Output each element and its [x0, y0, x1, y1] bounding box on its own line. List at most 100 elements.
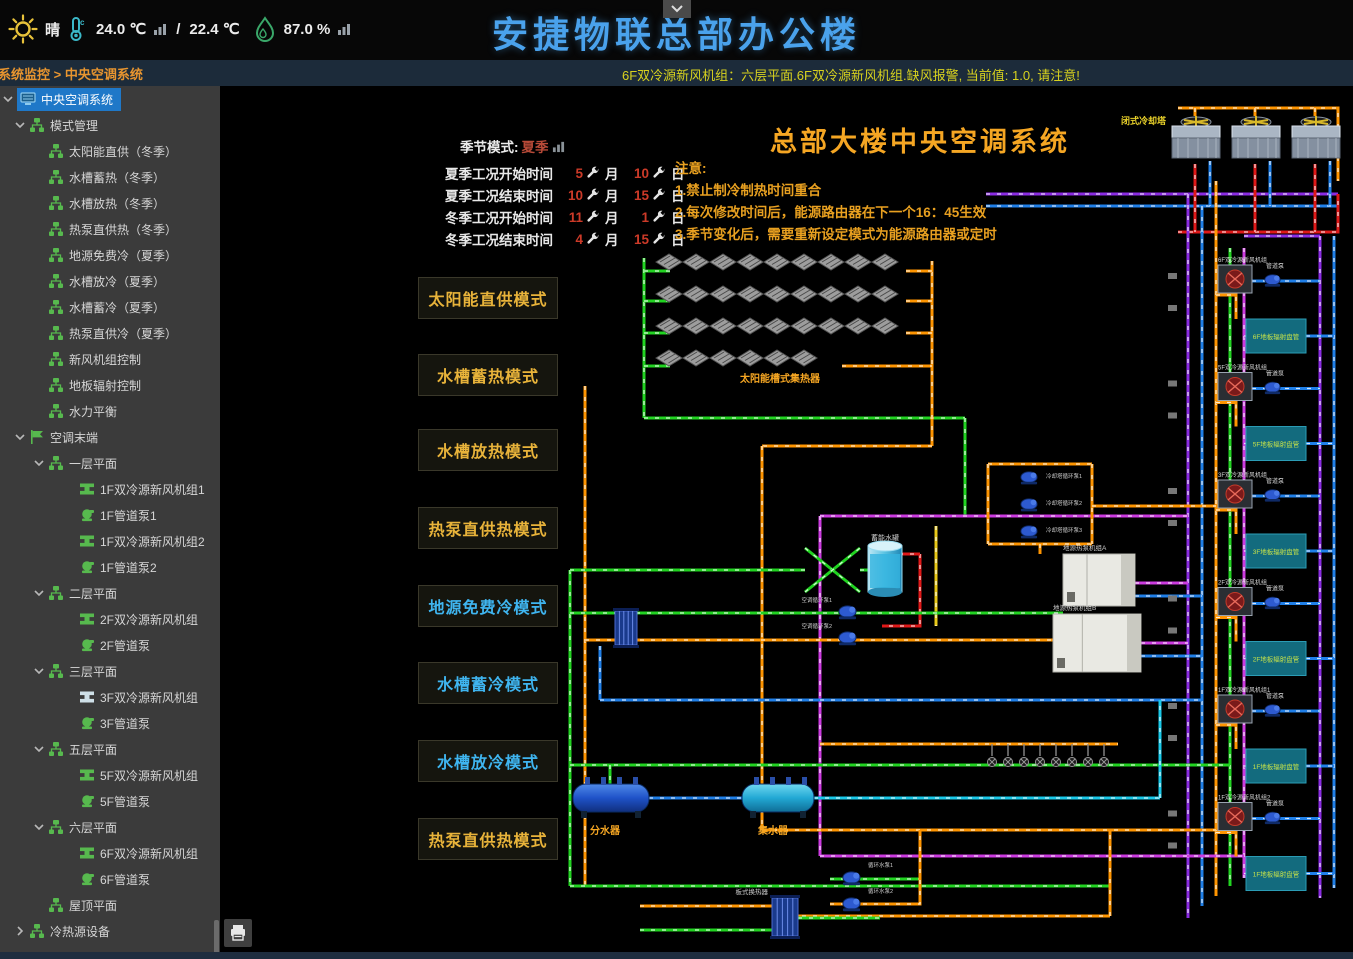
valve[interactable] — [1168, 273, 1177, 279]
pump[interactable] — [1265, 490, 1280, 502]
floor-ahu[interactable] — [1218, 265, 1252, 293]
valve[interactable] — [1168, 413, 1177, 419]
tree-item[interactable]: 中央空调系统 — [0, 86, 220, 112]
tree-item[interactable]: 二层平面 — [0, 580, 220, 606]
tree-item[interactable]: 冷热源设备 — [0, 918, 220, 944]
tree-item[interactable]: 水力平衡 — [0, 398, 220, 424]
tree-item-label: 地源免费冷（夏季） — [69, 247, 177, 264]
pump[interactable] — [839, 606, 856, 619]
tree-item[interactable]: 一层平面 — [0, 450, 220, 476]
pump[interactable] — [1021, 526, 1037, 539]
season-mode: 季节模式: 夏季 — [460, 136, 565, 156]
tree-item[interactable]: 5F管道泵 — [0, 788, 220, 814]
pump[interactable] — [1265, 812, 1280, 824]
valve[interactable] — [1168, 811, 1177, 817]
mode-button[interactable]: 水槽蓄冷模式 — [418, 662, 558, 704]
heat-pump-unit[interactable] — [1053, 614, 1141, 672]
print-button[interactable] — [224, 919, 252, 947]
floor-ahu[interactable] — [1218, 373, 1252, 401]
heat-pump-unit[interactable] — [1063, 554, 1135, 606]
valve[interactable] — [1168, 381, 1177, 387]
tree-item[interactable]: 1F管道泵1 — [0, 502, 220, 528]
wrench-icon[interactable] — [652, 210, 666, 224]
pump[interactable] — [1265, 705, 1280, 717]
tree-item[interactable]: 2F管道泵 — [0, 632, 220, 658]
mode-button[interactable]: 水槽放冷模式 — [418, 740, 558, 782]
pump[interactable] — [1265, 382, 1280, 394]
pump[interactable] — [1265, 275, 1280, 287]
tree-item[interactable]: 6F管道泵 — [0, 866, 220, 892]
cooling-tower[interactable] — [1232, 116, 1280, 158]
collapse-header-button[interactable] — [663, 0, 691, 18]
tree-item[interactable]: 太阳能直供（冬季） — [0, 138, 220, 164]
tree-item[interactable]: 5F双冷源新风机组 — [0, 762, 220, 788]
tree-item[interactable]: 三层平面 — [0, 658, 220, 684]
water-header[interactable] — [742, 777, 814, 818]
tree-item[interactable]: 五层平面 — [0, 736, 220, 762]
wrench-icon[interactable] — [586, 188, 600, 202]
breadcrumb[interactable]: 系统监控 > 中央空调系统 — [0, 64, 143, 83]
tree-item[interactable]: 水槽蓄热（冬季） — [0, 164, 220, 190]
wrench-icon[interactable] — [586, 166, 600, 180]
mode-button[interactable]: 热泵直供热模式 — [418, 507, 558, 549]
floor-ahu[interactable] — [1218, 480, 1252, 508]
sidebar-scrollbar[interactable] — [214, 920, 219, 952]
mode-button[interactable]: 水槽放热模式 — [418, 429, 558, 471]
tree-item[interactable]: 6F双冷源新风机组 — [0, 840, 220, 866]
valve[interactable] — [1168, 628, 1177, 634]
floor-ahu[interactable] — [1218, 588, 1252, 616]
tree-item[interactable]: 1F双冷源新风机组2 — [0, 528, 220, 554]
plate-heat-exchanger[interactable] — [613, 608, 639, 648]
tree-item[interactable]: 地板辐射控制 — [0, 372, 220, 398]
tree-item[interactable]: 热泵直供冷（夏季） — [0, 320, 220, 346]
tree-item[interactable]: 六层平面 — [0, 814, 220, 840]
wrench-icon[interactable] — [586, 210, 600, 224]
mode-button[interactable]: 热泵直供热模式 — [418, 818, 558, 860]
tree-item[interactable]: 屋顶平面 — [0, 892, 220, 918]
tree-item[interactable]: 1F管道泵2 — [0, 554, 220, 580]
pump[interactable] — [1265, 597, 1280, 609]
pump[interactable] — [1021, 499, 1037, 512]
mode-button[interactable]: 太阳能直供模式 — [418, 277, 558, 319]
tree-item[interactable]: 地源免费冷（夏季） — [0, 242, 220, 268]
plate-heat-exchanger[interactable] — [770, 895, 800, 939]
tree-item[interactable]: 2F双冷源新风机组 — [0, 606, 220, 632]
pump[interactable] — [843, 898, 860, 911]
pump[interactable] — [843, 872, 860, 885]
alarm-message[interactable]: 6F双冷源新风机组：六层平面.6F双冷源新风机组.缺风报警, 当前值: 1.0,… — [622, 65, 1080, 84]
mode-button[interactable]: 水槽蓄热模式 — [418, 354, 558, 396]
diagram-label: 3F地板辐射盘管 — [1253, 547, 1300, 556]
tree-item[interactable]: 模式管理 — [0, 112, 220, 138]
tree-item[interactable]: 水槽放热（冬季） — [0, 190, 220, 216]
mode-button[interactable]: 地源免费冷模式 — [418, 585, 558, 627]
tree-item[interactable]: 新风机组控制 — [0, 346, 220, 372]
cooling-tower[interactable] — [1172, 116, 1220, 158]
valve[interactable] — [1168, 735, 1177, 741]
valve[interactable] — [1168, 488, 1177, 494]
valve[interactable] — [1168, 703, 1177, 709]
wrench-icon[interactable] — [652, 232, 666, 246]
cooling-tower[interactable] — [1292, 116, 1340, 158]
tree-item[interactable]: 空调末端 — [0, 424, 220, 450]
valve[interactable] — [1168, 843, 1177, 849]
wrench-icon[interactable] — [586, 232, 600, 246]
tree-item[interactable]: 水槽放冷（夏季） — [0, 268, 220, 294]
pump[interactable] — [839, 632, 856, 645]
day-value: 15 — [627, 188, 649, 203]
floor-ahu[interactable] — [1218, 695, 1252, 723]
weather-condition: 晴 — [45, 19, 60, 40]
tree-item[interactable]: 3F管道泵 — [0, 710, 220, 736]
valve[interactable] — [1168, 520, 1177, 526]
wrench-icon[interactable] — [652, 188, 666, 202]
printer-icon — [229, 924, 247, 942]
floor-ahu[interactable] — [1218, 803, 1252, 831]
storage-tank[interactable] — [868, 541, 902, 597]
tree-item[interactable]: 热泵直供热（冬季） — [0, 216, 220, 242]
valve[interactable] — [1168, 305, 1177, 311]
valve[interactable] — [1168, 596, 1177, 602]
wrench-icon[interactable] — [652, 166, 666, 180]
tree-item[interactable]: 3F双冷源新风机组 — [0, 684, 220, 710]
pump[interactable] — [1021, 472, 1037, 485]
tree-item[interactable]: 水槽蓄冷（夏季） — [0, 294, 220, 320]
tree-item[interactable]: 1F双冷源新风机组1 — [0, 476, 220, 502]
